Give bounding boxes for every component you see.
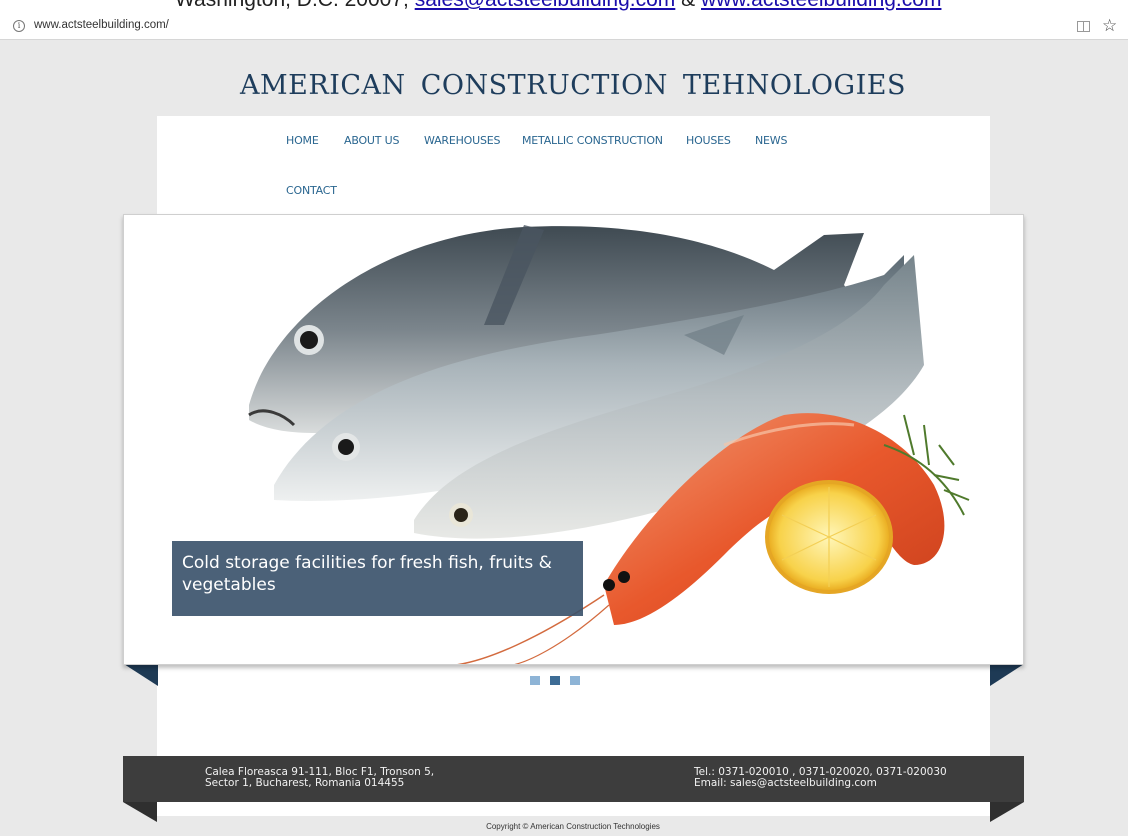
slider-ribbon-left bbox=[124, 664, 158, 686]
nav-home[interactable]: HOME bbox=[286, 134, 319, 147]
footer-address-line2: Sector 1, Bucharest, Romania 014455 bbox=[205, 777, 405, 789]
nav-contact[interactable]: CONTACT bbox=[286, 184, 337, 197]
browser-address-bar: i www.actsteelbuilding.com/ ☆ bbox=[0, 14, 1128, 40]
footer-ribbon-left bbox=[123, 802, 157, 822]
url-field[interactable]: www.actsteelbuilding.com/ bbox=[34, 19, 169, 31]
slider-dot-3[interactable] bbox=[570, 676, 580, 685]
document-header-text: Washington, D.C. 20007; sales@actsteelbu… bbox=[175, 0, 941, 12]
reader-view-icon[interactable] bbox=[1077, 21, 1090, 32]
nav-about-us[interactable]: ABOUT US bbox=[344, 134, 399, 147]
footer-ribbon-right bbox=[990, 802, 1024, 822]
nav-houses[interactable]: HOUSES bbox=[686, 134, 731, 147]
email-link[interactable]: sales@actsteelbuilding.com bbox=[415, 0, 676, 11]
bookmark-star-icon[interactable]: ☆ bbox=[1102, 16, 1117, 36]
slider-ribbon-right bbox=[990, 664, 1024, 686]
info-icon[interactable]: i bbox=[13, 20, 25, 32]
nav-news[interactable]: NEWS bbox=[755, 134, 787, 147]
link-connector: & bbox=[675, 0, 701, 11]
slider-dot-2[interactable] bbox=[550, 676, 560, 685]
site-title: AMERICAN CONSTRUCTION TEHNOLOGIES bbox=[240, 70, 906, 101]
image-slider[interactable]: Cold storage facilities for fresh fish, … bbox=[123, 214, 1024, 665]
footer-bar: Calea Floreasca 91-111, Bloc F1, Tronson… bbox=[123, 756, 1024, 802]
address-prefix: Washington, D.C. 20007; bbox=[175, 0, 415, 11]
slider-dot-1[interactable] bbox=[530, 676, 540, 685]
slide-caption: Cold storage facilities for fresh fish, … bbox=[172, 541, 583, 616]
nav-warehouses[interactable]: WAREHOUSES bbox=[424, 134, 500, 147]
footer-email[interactable]: Email: sales@actsteelbuilding.com bbox=[694, 778, 877, 789]
website-link[interactable]: www.actsteelbuilding.com bbox=[701, 0, 941, 11]
nav-metallic-construction[interactable]: METALLIC CONSTRUCTION bbox=[522, 134, 663, 147]
document-header-line: Washington, D.C. 20007; sales@actsteelbu… bbox=[0, 0, 1128, 14]
copyright-text: Copyright © American Construction Techno… bbox=[486, 822, 660, 831]
